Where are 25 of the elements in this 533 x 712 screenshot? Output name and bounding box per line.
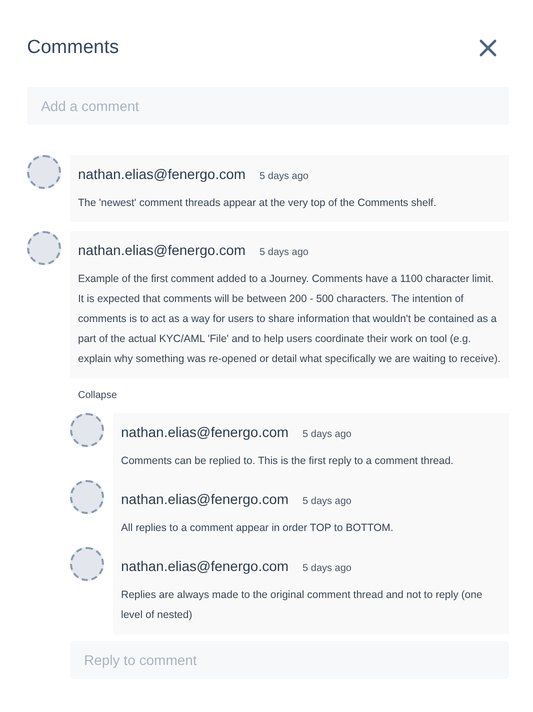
comment-author: nathan.elias@fenergo.com [121,422,289,442]
comment-time: 5 days ago [302,494,352,508]
comment-author: nathan.elias@fenergo.com [121,490,289,509]
collapse-link[interactable]: Collapse [78,388,117,402]
avatar [70,546,104,580]
avatar [27,230,61,264]
comment-text: Replies are always made to the original comment thread and not to reply (one level of nested) [121,588,484,622]
comment-author: nathan.elias@fenergo.com [78,240,246,260]
avatar [27,154,61,188]
close-icon[interactable] [479,39,497,58]
comment-text: All replies to a comment appear in order TOP to BOTTOM. [121,520,394,536]
panel-title: Comments [27,36,119,60]
reply-input-field[interactable]: Reply to comment [70,640,509,678]
comment-text: Example of the first comment added to a Journey. Comments have a 1100 character limit. It is expected that comments will be between 200 - 500 characters. The intention of comments is to act as a way for users to share information that wouldn't be contained as a part of the actual KYC/AML 'File' and to help users coordinate their work on tool (e.g. explain why something was re-opened or detail what specifically we are waiting to receive). [78,272,501,366]
comment-author: nathan.elias@fenergo.com [121,556,289,576]
comment-text: Comments can be replied to. This is the first reply to a comment thread. [121,454,454,468]
comment-author: nathan.elias@fenergo.com [78,164,246,184]
avatar [70,412,104,446]
comment-time: 5 days ago [260,170,308,184]
comment-time: 5 days ago [260,246,308,260]
avatar [70,480,104,514]
comment-time: 5 days ago [302,428,352,442]
comment-text: The 'newest' comment threads appear at the very top of the Comments shelf. [78,196,438,210]
comment-input-field[interactable]: Add a comment [27,86,509,124]
comment-time: 5 days ago [302,562,352,576]
